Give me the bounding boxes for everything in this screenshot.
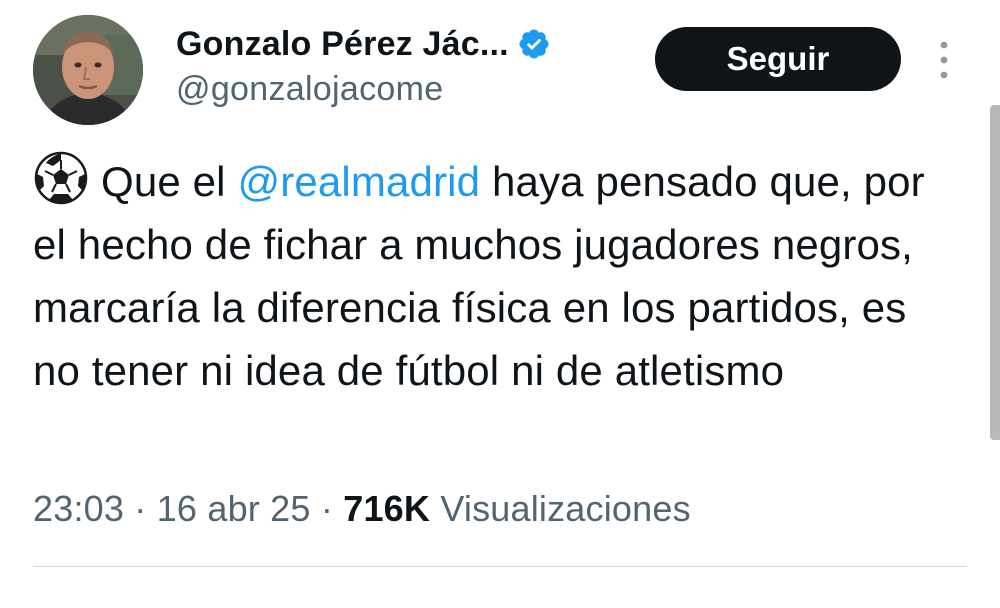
tweet-card: Gonzalo Pérez Jác... @gonzalojacome Segu… [0, 0, 1000, 608]
tweet-meta: 23:03 · 16 abr 25 · 716K Visualizaciones [33, 488, 691, 530]
follow-button[interactable]: Seguir [655, 27, 901, 91]
author-handle[interactable]: @gonzalojacome [176, 70, 443, 109]
views-count: 716K [343, 488, 431, 529]
avatar[interactable] [33, 15, 143, 125]
tweet-text-start: Que el [101, 158, 238, 205]
meta-separator: · [134, 488, 147, 529]
tweet-date[interactable]: 16 abr 25 [157, 488, 311, 529]
tweet-text: Que el @realmadrid haya pensado que, por… [33, 150, 953, 402]
divider [33, 566, 967, 567]
mention-link[interactable]: @realmadrid [237, 158, 480, 205]
avatar-photo [33, 15, 143, 125]
more-options-icon[interactable] [930, 38, 958, 82]
views-label: Visualizaciones [440, 488, 691, 529]
tweet-time[interactable]: 23:03 [33, 488, 124, 529]
verified-badge-icon [517, 27, 551, 61]
meta-separator: · [320, 488, 334, 529]
scrollbar[interactable] [990, 105, 1000, 440]
author-display-name[interactable]: Gonzalo Pérez Jác... [176, 25, 509, 64]
soccer-ball-icon [33, 150, 89, 206]
author-name-row: Gonzalo Pérez Jác... [176, 22, 551, 66]
